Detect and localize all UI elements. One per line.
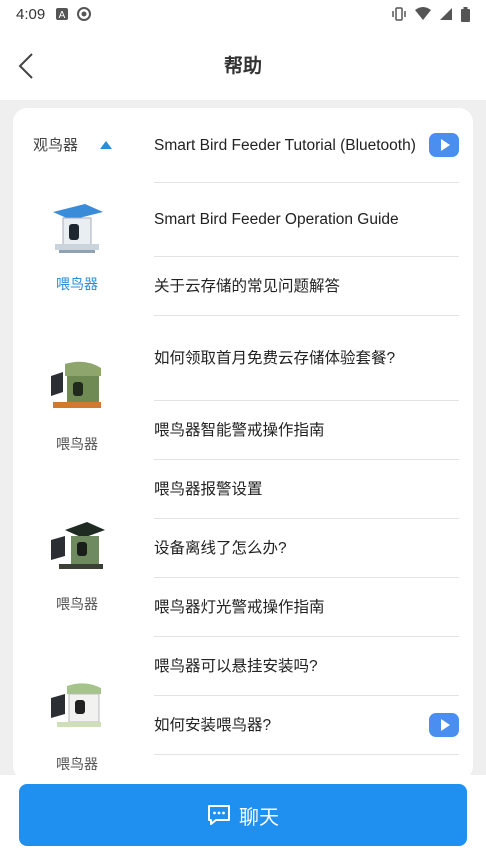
help-item-title: Smart Bird Feeder Operation Guide bbox=[154, 211, 399, 228]
help-item-title: 喂鸟器可以悬挂安装吗? bbox=[154, 657, 318, 675]
help-item[interactable]: 喂鸟器灯光警戒操作指南 bbox=[154, 578, 459, 637]
help-card: 观鸟器 喂鸟器 喂鸟器 喂鸟器 喂鸟器 Smart Bird Feeder Tu… bbox=[13, 108, 473, 780]
category-label: 喂鸟器 bbox=[56, 596, 98, 612]
help-item[interactable]: 如何安装喂鸟器? bbox=[154, 696, 459, 755]
category-label: 喂鸟器 bbox=[56, 436, 98, 452]
chat-button-label: 聊天 bbox=[239, 806, 279, 829]
battery-icon bbox=[461, 6, 470, 22]
category-feeder-3[interactable]: 喂鸟器 bbox=[13, 516, 141, 614]
collapse-triangle-icon[interactable] bbox=[100, 140, 113, 149]
help-item-title: 设备离线了怎么办? bbox=[154, 539, 287, 557]
a-icon: A bbox=[56, 8, 69, 21]
help-item[interactable]: Smart Bird Feeder Operation Guide bbox=[154, 183, 459, 257]
help-item[interactable]: 喂鸟器智能警戒操作指南 bbox=[154, 401, 459, 460]
category-label: 观鸟器 bbox=[33, 137, 79, 154]
status-time: 4:09 bbox=[16, 5, 46, 23]
bird-feeder-blue-image bbox=[53, 204, 103, 253]
signal-icon bbox=[440, 8, 452, 20]
help-item[interactable]: 关于云存储的常见问题解答 bbox=[154, 257, 459, 316]
help-item[interactable]: 喂鸟器可以悬挂安装吗? bbox=[154, 637, 459, 696]
help-item-title: 关于云存储的常见问题解答 bbox=[154, 277, 341, 295]
circle-icon bbox=[77, 7, 92, 21]
svg-text:A: A bbox=[59, 10, 66, 21]
category-feeder-4[interactable]: 喂鸟器 bbox=[13, 676, 141, 774]
category-label: 喂鸟器 bbox=[56, 276, 98, 292]
bird-feeder-dark-image bbox=[51, 522, 105, 569]
help-item-title: 喂鸟器报警设置 bbox=[154, 480, 263, 498]
help-item[interactable]: 如何领取首月免费云存储体验套餐? bbox=[154, 316, 459, 401]
category-feeder-1[interactable]: 喂鸟器 bbox=[13, 196, 141, 294]
chat-button[interactable]: 聊天 bbox=[19, 784, 467, 846]
category-label: 喂鸟器 bbox=[56, 756, 98, 772]
play-video-icon[interactable] bbox=[429, 713, 459, 737]
help-item[interactable]: 设备离线了怎么办? bbox=[154, 519, 459, 578]
wifi-icon bbox=[415, 7, 431, 20]
bird-feeder-white-image bbox=[51, 683, 101, 727]
help-item-title: 喂鸟器智能警戒操作指南 bbox=[154, 421, 325, 439]
help-item-title: 如何领取首月免费云存储体验套餐? bbox=[154, 349, 396, 367]
help-item[interactable]: Smart Bird Feeder Tutorial (Bluetooth) bbox=[154, 108, 459, 183]
help-item-title: 喂鸟器灯光警戒操作指南 bbox=[154, 598, 325, 616]
play-video-icon[interactable] bbox=[429, 133, 459, 157]
help-item-title: Smart Bird Feeder Tutorial (Bluetooth) bbox=[154, 136, 416, 154]
bottom-bar: 聊天 bbox=[0, 775, 486, 865]
bird-feeder-green-image bbox=[51, 361, 101, 408]
chevron-left-icon[interactable] bbox=[14, 50, 42, 82]
vibrate-icon bbox=[392, 7, 406, 21]
page-title: 帮助 bbox=[223, 55, 262, 77]
category-feeder-2[interactable]: 喂鸟器 bbox=[13, 356, 141, 454]
help-item-title: 如何安装喂鸟器? bbox=[154, 716, 272, 734]
app-header: 帮助 bbox=[0, 28, 486, 100]
status-bar: 4:09 A bbox=[0, 0, 486, 28]
help-item[interactable]: 喂鸟器报警设置 bbox=[154, 460, 459, 519]
chat-bubble-icon bbox=[208, 805, 230, 825]
category-bird-watcher[interactable]: 观鸟器 bbox=[33, 134, 113, 155]
